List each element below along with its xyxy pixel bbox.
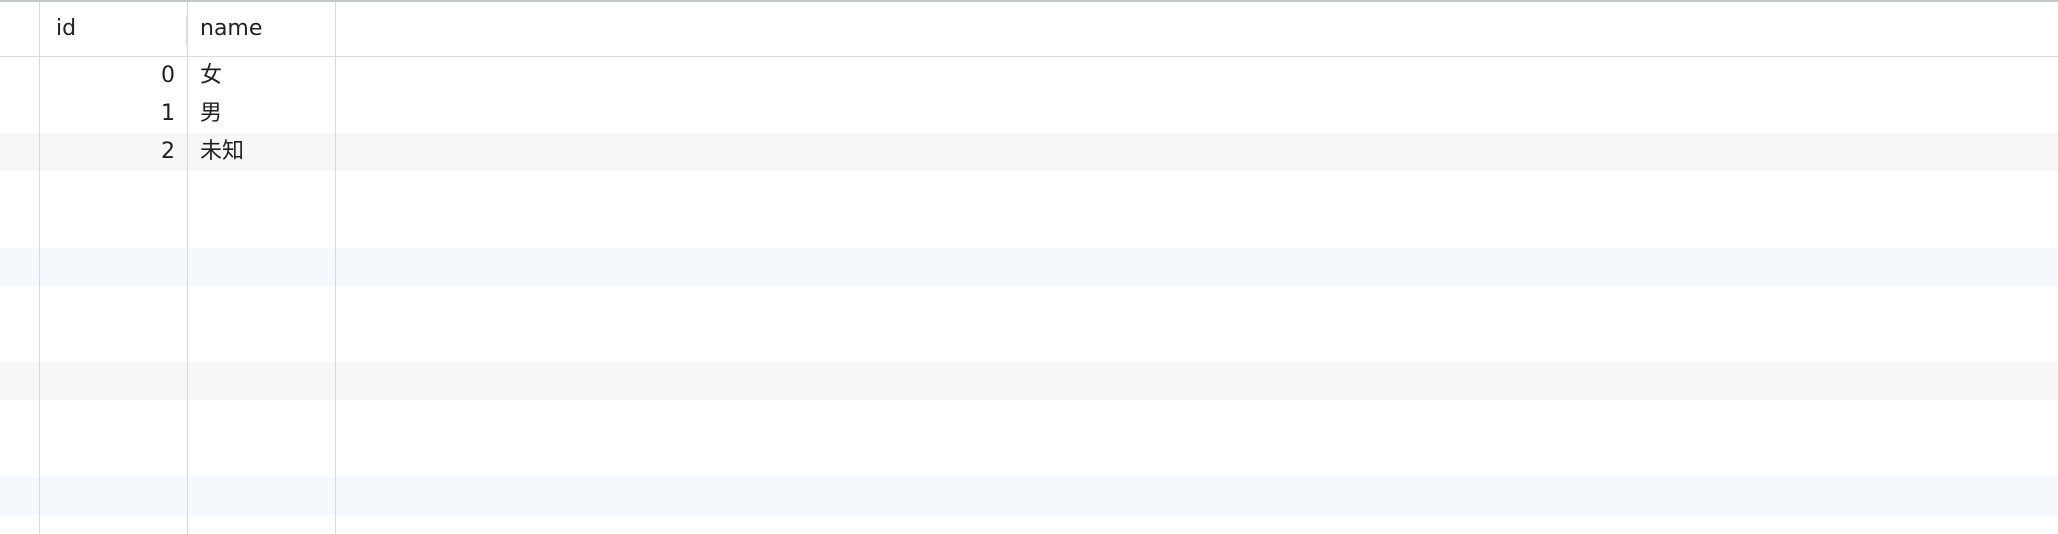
- grid-header: id name: [0, 2, 2058, 57]
- grid-body: 0 女 1 男 2 未知: [0, 57, 2058, 534]
- table-row[interactable]: 2 未知: [0, 133, 2058, 171]
- empty-row: [0, 248, 2058, 286]
- column-header-name[interactable]: name: [187, 2, 335, 56]
- cell-id[interactable]: 1: [40, 95, 187, 133]
- cell-id[interactable]: 2: [40, 133, 187, 171]
- column-divider: [39, 2, 40, 534]
- cell-name[interactable]: 女: [187, 57, 335, 95]
- table-row[interactable]: 0 女: [0, 57, 2058, 95]
- data-grid[interactable]: id name 0 女 1 男 2 未知: [0, 0, 2058, 534]
- cell-id[interactable]: 0: [40, 57, 187, 95]
- table-row[interactable]: 1 男: [0, 95, 2058, 133]
- empty-row: [0, 477, 2058, 515]
- column-divider: [335, 2, 336, 534]
- empty-row: [0, 362, 2058, 400]
- cell-name[interactable]: 男: [187, 95, 335, 133]
- row-gutter-header[interactable]: [0, 2, 40, 56]
- column-divider: [187, 2, 188, 534]
- column-header-id[interactable]: id: [40, 2, 187, 56]
- cell-name[interactable]: 未知: [187, 133, 335, 171]
